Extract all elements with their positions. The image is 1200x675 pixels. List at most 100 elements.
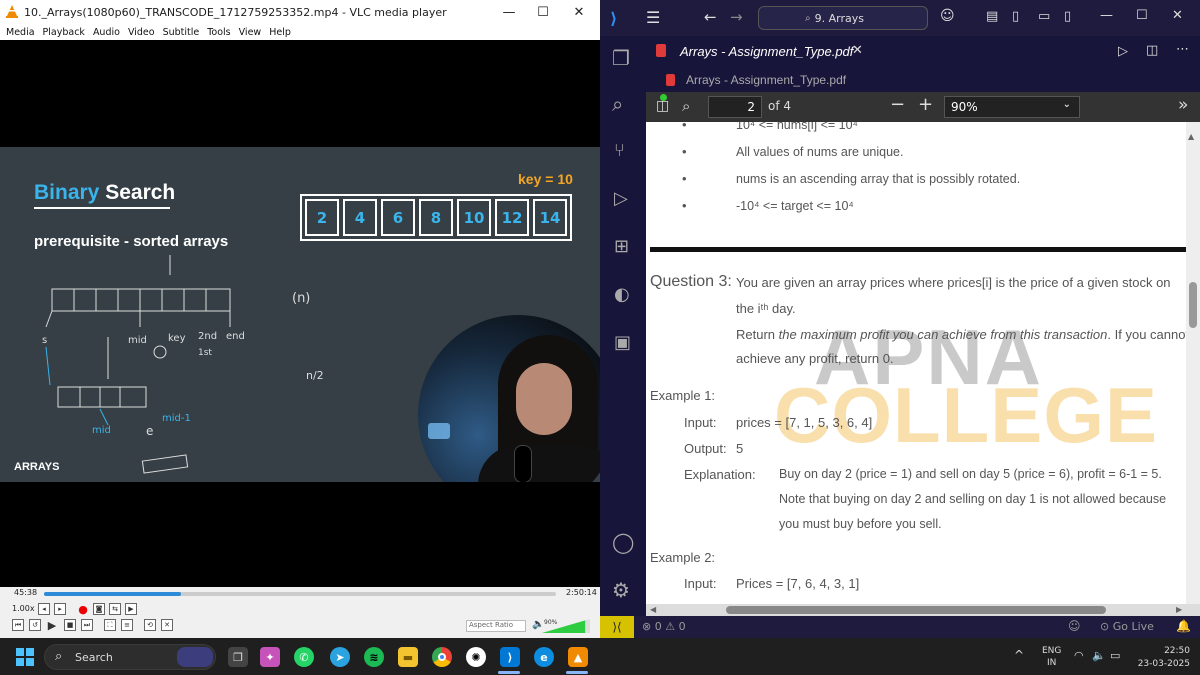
forward-arrow-icon[interactable]: → — [730, 8, 743, 26]
menu-tools[interactable]: Tools — [207, 27, 230, 38]
vscode-taskbar-icon[interactable]: ⟩ — [500, 647, 520, 667]
menu-video[interactable]: Video — [128, 27, 155, 38]
clock[interactable]: 22:50 23-03-2025 — [1134, 645, 1190, 671]
zoom-select[interactable]: 90% ⌄ — [944, 96, 1080, 118]
loop-icon[interactable]: ⟲ — [144, 619, 156, 631]
menu-help[interactable]: Help — [269, 27, 291, 38]
source-control-icon[interactable]: ⑂ — [614, 140, 625, 161]
page-number-input[interactable]: 2 — [708, 96, 762, 118]
remote-indicator-icon[interactable]: ⟩⟨ — [600, 616, 634, 638]
close-button[interactable]: ✕ — [562, 0, 596, 24]
run-icon[interactable]: ▷ — [1118, 44, 1128, 59]
playback-speed[interactable]: 1.00x — [12, 604, 35, 613]
clock-date: 23-03-2025 — [1137, 659, 1190, 669]
edge-devtools-icon[interactable]: ◐ — [614, 284, 630, 305]
tab-close-icon[interactable]: ✕ — [852, 43, 863, 58]
split-editor-icon[interactable]: ◫ — [1146, 43, 1158, 58]
whatsapp-icon[interactable]: ✆ — [294, 647, 314, 667]
extensions-icon[interactable]: ⊞ — [614, 236, 629, 257]
file-explorer-icon[interactable]: ▬ — [398, 647, 418, 667]
spotify-icon[interactable]: ≋ — [364, 647, 384, 667]
menu-media[interactable]: Media — [6, 27, 35, 38]
minimize-button[interactable]: — — [492, 0, 526, 24]
start-windows-icon[interactable] — [16, 648, 34, 666]
volume-icon[interactable]: 🔈 — [1092, 649, 1106, 662]
prev-frame-icon[interactable]: ◂ — [38, 603, 50, 615]
zoom-out-icon[interactable]: − — [890, 94, 905, 115]
menu-subtitle[interactable]: Subtitle — [163, 27, 200, 38]
scroll-thumb[interactable] — [1189, 282, 1197, 328]
toggle-secondary-sidebar-icon[interactable]: ▯ — [1064, 9, 1071, 24]
input-language[interactable]: ENG IN — [1042, 645, 1061, 669]
explorer-icon[interactable]: ❐ — [612, 46, 630, 70]
next-frame-icon[interactable]: ▸ — [54, 603, 66, 615]
go-live-button[interactable]: ⊙ Go Live — [1100, 620, 1154, 633]
record-icon[interactable]: ● — [77, 603, 89, 616]
breadcrumb-file[interactable]: Arrays - Assignment_Type.pdf — [686, 73, 846, 87]
search-icon[interactable]: ⌕ — [612, 92, 623, 116]
back-arrow-icon[interactable]: ← — [704, 8, 717, 26]
scroll-up-icon[interactable]: ▲ — [1188, 132, 1198, 142]
docker-icon[interactable]: ▣ — [614, 332, 631, 353]
vlc-taskbar-icon[interactable]: ▲ — [568, 647, 588, 667]
menu-view[interactable]: View — [239, 27, 262, 38]
lamp-light — [428, 423, 450, 439]
problems-count[interactable]: ⊗ 0 ⚠ 0 — [642, 620, 686, 633]
find-icon[interactable]: ⌕ — [682, 97, 690, 115]
task-view-icon[interactable]: ❐ — [228, 647, 248, 667]
copilot-status-icon[interactable]: ☺ — [1068, 619, 1081, 633]
rewind-icon[interactable]: ↺ — [29, 619, 41, 631]
tab-pdf[interactable]: Arrays - Assignment_Type.pdf — [680, 44, 853, 59]
tray-chevron-up-icon[interactable]: ^ — [1014, 648, 1024, 662]
zoom-in-icon[interactable]: + — [918, 94, 933, 115]
extended-settings-icon[interactable]: ≡ — [121, 619, 133, 631]
copilot-app-icon[interactable]: ✦ — [260, 647, 280, 667]
skip-forward-icon[interactable]: ⏭ — [81, 619, 93, 631]
run-debug-icon[interactable]: ▷ — [614, 188, 628, 209]
shuffle-icon[interactable]: ✕ — [161, 619, 173, 631]
stop-icon[interactable]: ■ — [64, 619, 76, 631]
explanation-text: you must buy before you sell. — [779, 517, 942, 531]
copilot-icon[interactable]: ☺ — [940, 8, 955, 24]
scroll-right-icon[interactable]: ▶ — [1176, 605, 1182, 614]
video-frame[interactable]: Binary Search prerequisite - sorted arra… — [0, 147, 600, 482]
question-text: achieve any profit, return 0. — [736, 351, 894, 366]
battery-icon[interactable]: ▭ — [1110, 649, 1120, 662]
menu-playback[interactable]: Playback — [43, 27, 85, 38]
menu-hamburger-icon[interactable]: ☰ — [646, 8, 660, 27]
fullscreen-icon[interactable]: ⛶ — [104, 619, 116, 631]
seek-bar[interactable] — [44, 592, 556, 596]
maximize-button[interactable]: ☐ — [526, 0, 560, 24]
loop-ab-icon[interactable]: ⇆ — [109, 603, 121, 615]
pdf-page[interactable]: APNA COLLEGE • 10⁴ <= nums[i] <= 10⁴ • A… — [646, 122, 1186, 604]
toggle-panel-icon[interactable]: ▭ — [1038, 9, 1050, 24]
scroll-thumb[interactable] — [726, 606, 1106, 614]
notifications-bell-icon[interactable]: 🔔 — [1176, 619, 1191, 633]
edge-icon[interactable]: e — [534, 647, 554, 667]
more-actions-icon[interactable]: ⋯ — [1176, 42, 1189, 57]
chatgpt-icon[interactable]: ✺ — [466, 647, 486, 667]
settings-gear-icon[interactable]: ⚙ — [612, 578, 630, 602]
toggle-sidebar-icon[interactable]: ▯ — [1012, 9, 1019, 24]
note-e: e — [146, 424, 153, 438]
play-icon[interactable]: ▶ — [46, 619, 58, 632]
more-tools-icon[interactable]: » — [1178, 95, 1188, 115]
snapshot-icon[interactable]: ◙ — [93, 603, 105, 615]
minimize-button[interactable]: — — [1100, 8, 1113, 23]
vertical-scrollbar[interactable]: ▲ — [1186, 122, 1200, 604]
menu-audio[interactable]: Audio — [93, 27, 120, 38]
horizontal-scrollbar[interactable]: ◀ ▶ — [646, 604, 1200, 616]
chrome-icon[interactable] — [432, 647, 452, 667]
layout-icon[interactable]: ▤ — [986, 9, 998, 24]
maximize-button[interactable]: ☐ — [1136, 8, 1148, 23]
taskbar-search[interactable]: ⌕ Search — [44, 644, 216, 670]
command-center-search[interactable]: ⌕ 9. Arrays — [758, 6, 928, 30]
scroll-left-icon[interactable]: ◀ — [650, 605, 656, 614]
frame-step-icon[interactable]: ▶ — [125, 603, 137, 615]
skip-back-icon[interactable]: ⏮ — [12, 619, 24, 631]
close-button[interactable]: ✕ — [1172, 8, 1183, 23]
telegram-icon[interactable]: ➤ — [330, 647, 350, 667]
aspect-ratio-select[interactable]: Aspect Ratio — [466, 620, 526, 632]
wifi-icon[interactable]: ◠ — [1074, 649, 1084, 662]
accounts-icon[interactable]: ◯ — [612, 530, 634, 554]
